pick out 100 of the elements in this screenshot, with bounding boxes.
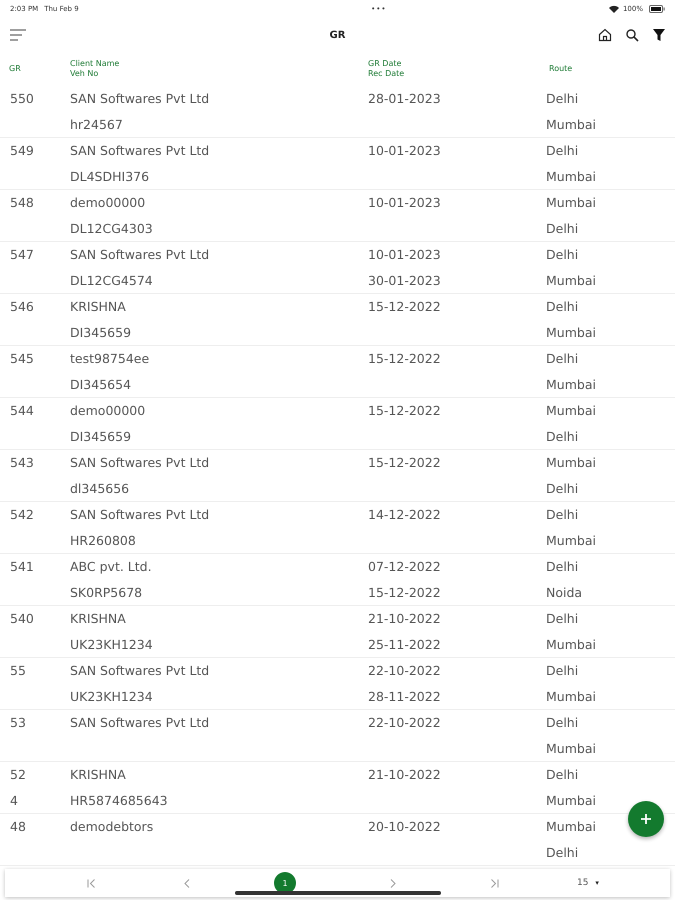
table-cell-text: ABC pvt. Ltd. bbox=[70, 558, 153, 576]
table-cell-text: test98754ee bbox=[70, 350, 150, 368]
table-cell-text: 540 bbox=[10, 610, 35, 628]
table-cell-text: Mumbai bbox=[546, 116, 596, 134]
wifi-icon bbox=[608, 5, 619, 13]
table-cell-text: KRISHNA bbox=[70, 766, 127, 784]
table-cell-text: Mumbai bbox=[546, 194, 596, 212]
table-cell-text: Delhi bbox=[546, 480, 580, 498]
page-title: GR bbox=[330, 30, 346, 40]
table-cell-text: Mumbai bbox=[546, 402, 596, 420]
table-cell-text: HR260808 bbox=[70, 532, 137, 550]
table-cell-text: Mumbai bbox=[546, 818, 596, 836]
table-cell-text: demo00000 bbox=[70, 194, 146, 212]
table-cell-text: Noida bbox=[546, 584, 582, 602]
table-cell-text: SAN Softwares Pvt Ltd bbox=[70, 90, 210, 108]
table-cell-text: 20-10-2022 bbox=[368, 818, 442, 836]
table-cell-text: Delhi bbox=[546, 220, 580, 238]
next-page-icon[interactable] bbox=[390, 878, 396, 888]
column-header[interactable]: Route bbox=[549, 64, 572, 74]
table-cell-text: 544 bbox=[10, 402, 35, 420]
table-cell-text: 14-12-2022 bbox=[368, 506, 442, 524]
table-cell-text: Delhi bbox=[546, 766, 580, 784]
table-cell-text: 53 bbox=[10, 714, 27, 732]
table-cell-text: SAN Softwares Pvt Ltd bbox=[70, 714, 210, 732]
table-cell-text: hr24567 bbox=[70, 116, 124, 134]
menu-icon[interactable] bbox=[10, 29, 26, 41]
table-cell-text: 543 bbox=[10, 454, 35, 472]
table-cell-text: Mumbai bbox=[546, 532, 596, 550]
table-cell-text: Delhi bbox=[546, 662, 580, 680]
search-icon[interactable] bbox=[626, 28, 639, 42]
table-cell-text: Mumbai bbox=[546, 272, 596, 290]
table-cell-text: 52 bbox=[10, 766, 27, 784]
table-cell-text: Mumbai bbox=[546, 454, 596, 472]
column-header[interactable]: GR bbox=[9, 64, 60, 74]
table-cell-text: UK23KH1234 bbox=[70, 636, 154, 654]
table-cell-text: dl345656 bbox=[70, 480, 130, 498]
table-cell-text: DL12CG4303 bbox=[70, 220, 154, 238]
table-cell-text: 15-12-2022 bbox=[368, 402, 442, 420]
table-cell-text: Mumbai bbox=[546, 376, 596, 394]
table-cell-text: 07-12-2022 bbox=[368, 558, 442, 576]
table-cell-text: Mumbai bbox=[546, 636, 596, 654]
table-cell-text: KRISHNA bbox=[70, 298, 127, 316]
table-cell-text: SAN Softwares Pvt Ltd bbox=[70, 246, 210, 264]
table-cell-text: Delhi bbox=[546, 246, 580, 264]
table-cell-text: Mumbai bbox=[546, 792, 596, 810]
table-cell-text: 10-01-2023 bbox=[368, 246, 442, 264]
column-header[interactable]: GR Date bbox=[368, 59, 536, 69]
table-cell-text: Mumbai bbox=[546, 740, 596, 758]
table-cell-text: 28-01-2023 bbox=[368, 90, 442, 108]
table-cell-text: Delhi bbox=[546, 844, 580, 862]
table-cell-text: 549 bbox=[10, 142, 35, 160]
table-cell-text: demo00000 bbox=[70, 402, 146, 420]
table-cell-text: Mumbai bbox=[546, 168, 596, 186]
table-cell-text: Mumbai bbox=[546, 324, 596, 342]
table-cell-text: KRISHNA bbox=[70, 610, 127, 628]
table-cell-text: DI345659 bbox=[70, 324, 132, 342]
table-cell-text: UK23KH1234 bbox=[70, 688, 154, 706]
table-cell-text: 545 bbox=[10, 350, 35, 368]
table-cell-text: Delhi bbox=[546, 350, 580, 368]
table-cell-text: 21-10-2022 bbox=[368, 610, 442, 628]
table-cell-text: Delhi bbox=[546, 506, 580, 524]
table-cell-text: 15-12-2022 bbox=[368, 454, 442, 472]
table-cell-text: Delhi bbox=[546, 558, 580, 576]
previous-page-icon[interactable] bbox=[184, 878, 190, 888]
table-cell-text: DL4SDHI376 bbox=[70, 168, 150, 186]
table-cell-text: 4 bbox=[10, 792, 19, 810]
add-button[interactable] bbox=[628, 801, 664, 837]
table-cell-text: 542 bbox=[10, 506, 35, 524]
table-cell-text: SAN Softwares Pvt Ltd bbox=[70, 506, 210, 524]
table-cell-text: 25-11-2022 bbox=[368, 636, 442, 654]
table-cell-text: 55 bbox=[10, 662, 27, 680]
table-cell-text: SK0RP5678 bbox=[70, 584, 144, 602]
plus-icon bbox=[640, 813, 652, 825]
table-cell-text: Delhi bbox=[546, 610, 580, 628]
table-cell-text: 21-10-2022 bbox=[368, 766, 442, 784]
table-cell-text: demodebtors bbox=[70, 818, 154, 836]
table-cell-text: 48 bbox=[10, 818, 27, 836]
column-header[interactable]: Veh No bbox=[70, 69, 358, 79]
table-cell-text: DI345654 bbox=[70, 376, 132, 394]
column-header[interactable]: Client Name bbox=[70, 59, 358, 69]
table-cell-text: Delhi bbox=[546, 714, 580, 732]
table-cell-text: 548 bbox=[10, 194, 35, 212]
table-cell-text: 10-01-2023 bbox=[368, 142, 442, 160]
column-header[interactable]: Rec Date bbox=[368, 69, 536, 79]
last-page-icon[interactable] bbox=[490, 878, 499, 888]
table-cell-text: Delhi bbox=[546, 90, 580, 108]
table-cell-text: DI345659 bbox=[70, 428, 132, 446]
table-cell-text: 547 bbox=[10, 246, 35, 264]
first-page-icon[interactable] bbox=[87, 878, 96, 888]
table-cell-text: Delhi bbox=[546, 428, 580, 446]
table-cell-text: HR5874685643 bbox=[70, 792, 169, 810]
table-cell-text: SAN Softwares Pvt Ltd bbox=[70, 142, 210, 160]
table-cell-text: 22-10-2022 bbox=[368, 714, 442, 732]
table-cell-text: 30-01-2023 bbox=[368, 272, 442, 290]
filter-icon[interactable] bbox=[653, 28, 665, 42]
home-icon[interactable] bbox=[598, 28, 612, 42]
table-cell-text: SAN Softwares Pvt Ltd bbox=[70, 454, 210, 472]
table-cell-text: SAN Softwares Pvt Ltd bbox=[70, 662, 210, 680]
table-cell-text: 541 bbox=[10, 558, 35, 576]
table-cell-text: 22-10-2022 bbox=[368, 662, 442, 680]
